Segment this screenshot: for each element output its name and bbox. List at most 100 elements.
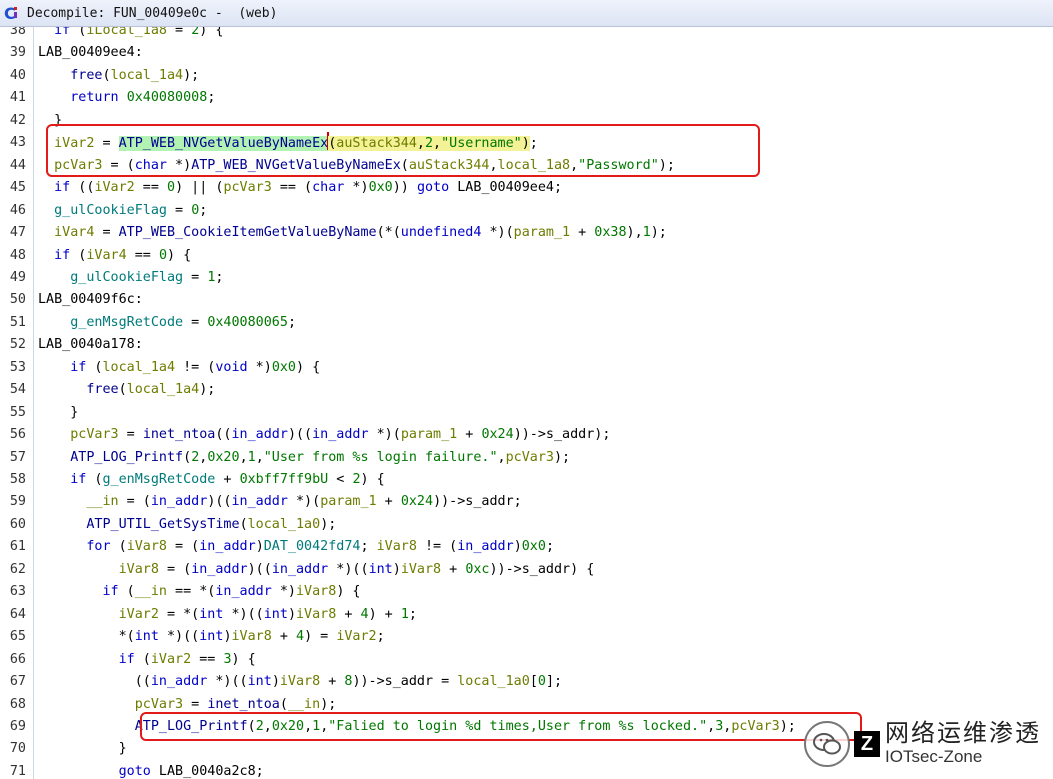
line-number: 65 [9,629,26,645]
code-text[interactable]: free(local_1a4); [38,379,215,401]
decompiler-code-view[interactable]: 38 if (iLocal_1a8 = 2) {39 LAB_00409ee4: 4… [0,27,1053,779]
code-text[interactable]: ((in_addr *)((int)iVar8 + 8))->s_addr = … [38,671,562,693]
code-text[interactable]: goto LAB_0040a2c8; [38,761,264,779]
line-number: 66 [9,651,26,667]
line-number: 61 [9,539,26,555]
line-number: 50 [9,292,26,308]
code-text[interactable]: if (iVar2 == 3) { [38,649,256,671]
code-text[interactable]: g_enMsgRetCode = 0x40080065; [38,312,296,334]
code-text[interactable]: if (iVar4 == 0) { [38,245,191,267]
code-line[interactable]: 58 if (g_enMsgRetCode + 0xbff7ff9bU < 2)… [0,469,1053,492]
line-number: 49 [9,269,26,285]
code-line[interactable]: 66 if (iVar2 == 3) { [0,649,1053,672]
line-number: 67 [9,674,26,690]
line-number: 63 [9,584,26,600]
code-text[interactable]: } [38,402,78,424]
line-number: 58 [9,472,26,487]
code-line[interactable]: 47 iVar4 = ATP_WEB_CookieItemGetValueByN… [0,222,1053,245]
code-line[interactable]: 40 free(local_1a4); [0,65,1053,88]
code-line[interactable]: 54 free(local_1a4); [0,379,1053,402]
line-number: 41 [9,90,26,106]
line-number: 48 [9,247,26,263]
watermark-cn: 网络运维渗透 [885,720,1041,747]
code-line[interactable]: 62 iVar8 = (in_addr)((in_addr *)((int)iV… [0,559,1053,582]
watermark-en: IOTsec-Zone [885,747,1041,767]
code-line[interactable]: 64 iVar2 = *(int *)((int)iVar8 + 4) + 1; [0,604,1053,627]
wechat-icon [804,721,850,767]
code-line[interactable]: 41 return 0x40080008; [0,87,1053,110]
code-text[interactable]: if (iLocal_1a8 = 2) { [38,27,223,42]
code-line[interactable]: 67 ((in_addr *)((int)iVar8 + 8))->s_addr… [0,671,1053,694]
line-number: 46 [9,202,26,218]
line-number: 43 [9,135,26,151]
line-number: 54 [9,382,26,398]
code-text[interactable]: ATP_LOG_Printf(2,0x20,1,"User from %s lo… [38,447,570,469]
code-text[interactable]: LAB_0040a178: [38,334,143,356]
watermark-text: 网络运维渗透 IOTsec-Zone [885,721,1041,767]
code-line[interactable]: 55 } [0,402,1053,425]
line-number: 52 [9,337,26,353]
code-text[interactable]: LAB_00409ee4: [38,42,143,64]
code-text[interactable]: g_ulCookieFlag = 1; [38,267,223,289]
code-text[interactable]: ATP_UTIL_GetSysTime(local_1a0); [38,514,336,536]
code-line[interactable]: 60 ATP_UTIL_GetSysTime(local_1a0); [0,514,1053,537]
decompiler-icon: C [4,4,22,23]
code-text[interactable]: if (g_enMsgRetCode + 0xbff7ff9bU < 2) { [38,469,384,491]
brand-logo: Z [854,731,880,757]
window-titlebar: C Decompile: FUN_00409e0c - (web) [0,0,1053,27]
code-text[interactable]: pcVar3 = inet_ntoa((in_addr)((in_addr *)… [38,424,610,446]
code-line[interactable]: 39 LAB_00409ee4: [0,42,1053,65]
code-text[interactable]: if (local_1a4 != (void *)0x0) { [38,357,320,379]
window-title: Decompile: FUN_00409e0c - (web) [27,5,278,21]
line-number: 55 [9,404,26,420]
code-text[interactable]: LAB_00409f6c: [38,289,143,311]
code-line[interactable]: 48 if (iVar4 == 0) { [0,245,1053,268]
code-line[interactable]: 61 for (iVar8 = (in_addr)DAT_0042fd74; i… [0,536,1053,559]
line-number: 59 [9,494,26,510]
line-number: 70 [9,741,26,757]
line-number: 62 [9,561,26,577]
line-number: 42 [9,112,26,128]
line-number: 39 [9,45,26,61]
code-line[interactable]: 49 g_ulCookieFlag = 1; [0,267,1053,290]
svg-text:C: C [4,4,16,22]
line-number: 47 [9,225,26,241]
code-line[interactable]: 59 __in = (in_addr)((in_addr *)(param_1 … [0,491,1053,514]
line-number: 64 [9,606,26,622]
code-text[interactable]: return 0x40080008; [38,87,215,109]
code-text[interactable]: __in = (in_addr)((in_addr *)(param_1 + 0… [38,491,521,513]
highlight-box-lock-log [140,712,862,741]
line-number: 68 [9,696,26,712]
line-number: 44 [9,157,26,173]
code-text[interactable]: if ((iVar2 == 0) || (pcVar3 == (char *)0… [38,177,562,199]
highlight-box-credentials [46,124,760,177]
code-text[interactable]: iVar2 = *(int *)((int)iVar8 + 4) + 1; [38,604,417,626]
line-number: 45 [9,180,26,196]
code-line[interactable]: 46 g_ulCookieFlag = 0; [0,200,1053,223]
code-text[interactable]: *(int *)((int)iVar8 + 4) = iVar2; [38,626,385,648]
code-line[interactable]: 52 LAB_0040a178: [0,334,1053,357]
code-line[interactable]: 63 if (__in == *(in_addr *)iVar8) { [0,581,1053,604]
code-text[interactable]: g_ulCookieFlag = 0; [38,200,207,222]
code-line[interactable]: 50 LAB_00409f6c: [0,289,1053,312]
code-line[interactable]: 51 g_enMsgRetCode = 0x40080065; [0,312,1053,335]
line-number: 60 [9,516,26,532]
code-line[interactable]: 53 if (local_1a4 != (void *)0x0) { [0,357,1053,380]
code-text[interactable]: iVar8 = (in_addr)((in_addr *)((int)iVar8… [38,559,595,581]
line-number: 56 [9,427,26,443]
code-text[interactable]: for (iVar8 = (in_addr)DAT_0042fd74; iVar… [38,536,554,558]
code-line[interactable]: 57 ATP_LOG_Printf(2,0x20,1,"User from %s… [0,447,1053,470]
line-number: 57 [9,449,26,465]
line-number: 53 [9,359,26,375]
line-number: 71 [9,763,26,779]
code-text[interactable]: iVar4 = ATP_WEB_CookieItemGetValueByName… [38,222,667,244]
code-text[interactable]: } [38,738,127,760]
code-line[interactable]: 45 if ((iVar2 == 0) || (pcVar3 == (char … [0,177,1053,200]
code-line[interactable]: 38 if (iLocal_1a8 = 2) { [0,27,1053,43]
line-number: 38 [9,27,26,38]
code-line[interactable]: 56 pcVar3 = inet_ntoa((in_addr)((in_addr… [0,424,1053,447]
code-line[interactable]: 65 *(int *)((int)iVar8 + 4) = iVar2; [0,626,1053,649]
code-text[interactable]: if (__in == *(in_addr *)iVar8) { [38,581,361,603]
line-number: 51 [9,314,26,330]
code-text[interactable]: free(local_1a4); [38,65,199,87]
